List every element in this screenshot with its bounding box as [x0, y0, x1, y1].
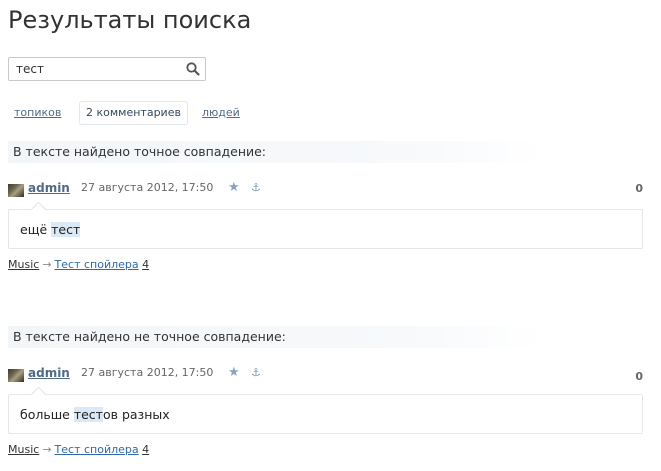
tab-comments[interactable]: 2 комментариев: [79, 101, 188, 125]
comment-author[interactable]: admin: [28, 181, 70, 195]
comment-meta: Music → Тест спойлера 4: [8, 258, 149, 271]
page-title: Результаты поиска: [8, 6, 252, 34]
arrow-icon: →: [42, 443, 52, 456]
comment-count-link[interactable]: 4: [142, 443, 149, 456]
topic-link[interactable]: Тест спойлера: [55, 258, 139, 271]
arrow-icon: →: [42, 258, 52, 271]
match-section-label: В тексте найдено не точное совпадение:: [8, 326, 543, 348]
comment-text: больше тестов разных: [20, 407, 170, 422]
blog-link[interactable]: Music: [8, 258, 39, 271]
star-icon[interactable]: ★: [228, 365, 240, 380]
comment-author[interactable]: admin: [28, 366, 70, 380]
tab-people[interactable]: людей: [196, 101, 246, 125]
anchor-icon[interactable]: ⚓: [251, 366, 261, 379]
search-input[interactable]: [9, 58, 186, 80]
comment-header: admin 27 августа 2012, 17:50 ★ ⚓ 0: [8, 365, 643, 384]
search-icon[interactable]: [185, 61, 201, 77]
match-section-label: В тексте найдено точное совпадение:: [8, 141, 543, 163]
comment-body: больше тестов разных: [8, 394, 643, 434]
topic-link[interactable]: Тест спойлера: [55, 443, 139, 456]
anchor-icon[interactable]: ⚓: [251, 181, 261, 194]
comment-date: 27 августа 2012, 17:50: [81, 366, 214, 379]
comment-body: ещё тест: [8, 209, 643, 249]
comment-header: admin 27 августа 2012, 17:50 ★ ⚓ 0: [8, 180, 643, 199]
avatar[interactable]: [8, 184, 24, 197]
avatar[interactable]: [8, 369, 24, 382]
comment-meta: Music → Тест спойлера 4: [8, 443, 149, 456]
comment-date: 27 августа 2012, 17:50: [81, 181, 214, 194]
comment-count-link[interactable]: 4: [142, 258, 149, 271]
blog-link[interactable]: Music: [8, 443, 39, 456]
search-highlight: тест: [51, 222, 81, 237]
tab-topics[interactable]: топиков: [8, 101, 67, 125]
comment-score: 0: [635, 370, 643, 383]
search-highlight: тест: [73, 407, 103, 422]
comment-score: 0: [635, 182, 643, 195]
star-icon[interactable]: ★: [228, 180, 240, 195]
search-box: [8, 57, 206, 81]
comment-text: ещё тест: [20, 222, 81, 237]
